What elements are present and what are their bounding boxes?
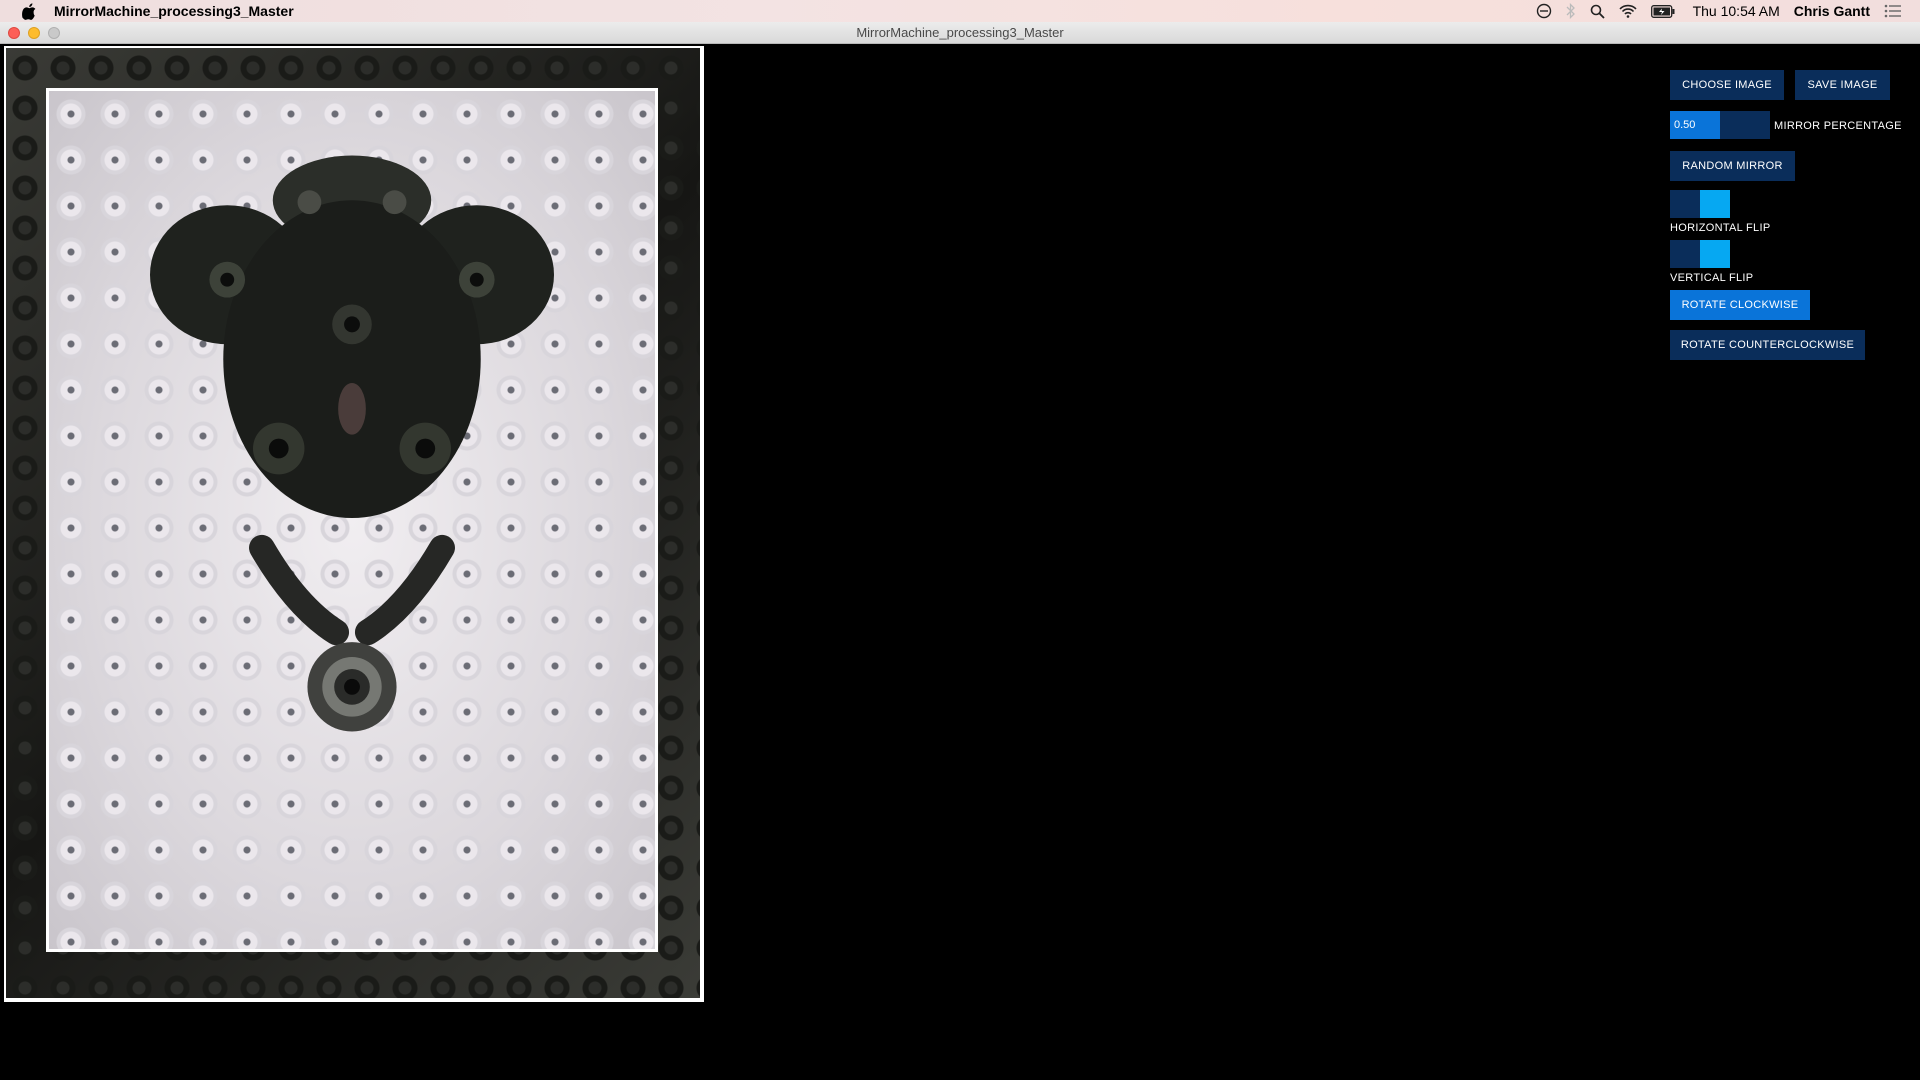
mirror-percentage-label: MIRROR PERCENTAGE bbox=[1774, 120, 1902, 132]
bluetooth-icon[interactable] bbox=[1566, 3, 1576, 19]
mirror-percentage-slider[interactable]: 0.50 bbox=[1670, 111, 1770, 139]
mirrored-figure bbox=[150, 155, 554, 732]
vertical-flip-knob bbox=[1700, 240, 1730, 268]
choose-image-label: CHOOSE IMAGE bbox=[1682, 79, 1772, 91]
window-titlebar[interactable]: MirrorMachine_processing3_Master bbox=[0, 22, 1920, 44]
horizontal-flip-label: HORIZONTAL FLIP bbox=[1670, 222, 1771, 234]
save-image-label: SAVE IMAGE bbox=[1807, 79, 1878, 91]
image-preview bbox=[4, 46, 704, 1002]
apple-icon[interactable] bbox=[20, 2, 38, 20]
app-name[interactable]: MirrorMachine_processing3_Master bbox=[54, 3, 294, 19]
horizontal-flip-knob bbox=[1700, 190, 1730, 218]
rotate-clockwise-label: ROTATE CLOCKWISE bbox=[1681, 299, 1799, 311]
horizontal-flip-toggle[interactable] bbox=[1670, 190, 1730, 218]
rotate-clockwise-button[interactable]: ROTATE CLOCKWISE bbox=[1670, 290, 1810, 320]
window-title: MirrorMachine_processing3_Master bbox=[856, 25, 1064, 40]
battery-icon[interactable] bbox=[1650, 4, 1675, 18]
mirror-percentage-value: 0.50 bbox=[1674, 119, 1696, 131]
mirrored-image bbox=[46, 88, 658, 952]
save-image-button[interactable]: SAVE IMAGE bbox=[1795, 70, 1890, 100]
menu-clock[interactable]: Thu 10:54 AM bbox=[1693, 3, 1780, 19]
spotlight-search-icon[interactable] bbox=[1590, 4, 1605, 19]
rotate-counterclockwise-label: ROTATE COUNTERCLOCKWISE bbox=[1680, 339, 1855, 351]
notification-center-icon[interactable] bbox=[1884, 4, 1902, 18]
menu-user[interactable]: Chris Gantt bbox=[1794, 3, 1870, 19]
do-not-disturb-icon[interactable] bbox=[1536, 3, 1552, 19]
rotate-counterclockwise-button[interactable]: ROTATE COUNTERCLOCKWISE bbox=[1670, 330, 1865, 360]
wifi-icon[interactable] bbox=[1619, 4, 1637, 18]
menu-bar: MirrorMachine_processing3_Master Thu 10:… bbox=[0, 0, 1920, 22]
vertical-flip-toggle[interactable] bbox=[1670, 240, 1730, 268]
vertical-flip-label: VERTICAL FLIP bbox=[1670, 272, 1754, 284]
random-mirror-label: RANDOM MIRROR bbox=[1682, 160, 1783, 172]
choose-image-button[interactable]: CHOOSE IMAGE bbox=[1670, 70, 1784, 100]
random-mirror-button[interactable]: RANDOM MIRROR bbox=[1670, 151, 1795, 181]
